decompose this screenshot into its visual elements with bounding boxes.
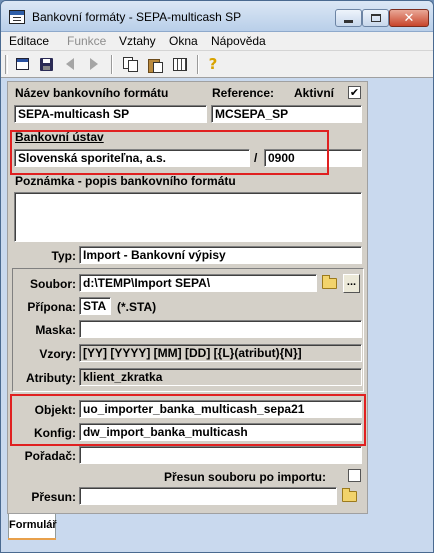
vzory-label: Vzory:: [39, 347, 76, 361]
poradac-label: Pořadač:: [24, 449, 76, 463]
menu-napoveda[interactable]: Nápověda: [211, 34, 266, 48]
ellipsis-button[interactable]: ...: [343, 274, 360, 293]
reference-field[interactable]: MCSEPA_SP: [211, 105, 362, 123]
nazev-field[interactable]: SEPA-multicash SP: [14, 105, 207, 123]
maska-field[interactable]: [79, 320, 362, 338]
back-arrow-icon: [66, 58, 74, 70]
app-window-icon: [9, 10, 25, 24]
reference-label: Reference:: [212, 86, 275, 100]
aktivni-checkbox[interactable]: ✔: [348, 86, 361, 99]
forward-arrow-icon: [90, 58, 98, 70]
typ-field[interactable]: Import - Bankovní výpisy: [79, 246, 362, 264]
pripona-label: Přípona:: [27, 300, 76, 314]
menu-bar: Editace Funkce Vztahy Okna Nápověda: [1, 32, 433, 51]
window-button[interactable]: [13, 55, 31, 73]
menu-editace[interactable]: Editace: [9, 34, 49, 48]
presun-label: Přesun:: [31, 490, 76, 504]
folder-icon: [342, 488, 357, 502]
app-window: Bankovní formáty - SEPA-multicash SP ✕ E…: [0, 0, 434, 553]
menu-vztahy[interactable]: Vztahy: [119, 34, 156, 48]
forward-button[interactable]: [85, 55, 103, 73]
poradac-field[interactable]: [79, 446, 362, 464]
paste-button[interactable]: [146, 55, 164, 73]
maximize-button[interactable]: [362, 9, 389, 27]
menu-okna[interactable]: Okna: [169, 34, 198, 48]
nazev-label: Název bankovního formátu: [15, 86, 169, 100]
highlight-box-banka: [10, 130, 329, 175]
vzory-field: [YY] [YYYY] [MM] [DD] [{L}(atribut){N}]: [79, 344, 362, 362]
copy-button[interactable]: [121, 55, 139, 73]
toolbar: ?: [1, 51, 433, 78]
presun-browse-button[interactable]: [340, 487, 359, 506]
close-icon: ✕: [403, 10, 415, 26]
atributy-label: Atributy:: [26, 371, 76, 385]
back-button[interactable]: [61, 55, 79, 73]
maska-label: Maska:: [35, 323, 76, 337]
title-bar[interactable]: Bankovní formáty - SEPA-multicash SP ✕: [1, 1, 433, 32]
soubor-field[interactable]: d:\TEMP\Import SEPA\: [79, 274, 317, 292]
pripona-hint: (*.STA): [117, 300, 157, 314]
highlight-box-objekt: [10, 394, 366, 446]
toolbar-grip[interactable]: [5, 55, 8, 74]
poznamka-field[interactable]: [14, 192, 362, 242]
presun-field[interactable]: [79, 487, 337, 505]
folder-icon: [322, 275, 337, 289]
columns-icon: [173, 57, 187, 71]
presun-po-importu-label: Přesun souboru po importu:: [164, 470, 326, 484]
copy-icon: [123, 57, 138, 72]
pripona-field[interactable]: STA: [79, 297, 111, 315]
form-panel: Název bankovního formátu Reference: Akti…: [7, 81, 368, 514]
help-button[interactable]: ?: [204, 55, 222, 73]
tab-bar: Formulář: [7, 514, 431, 546]
maximize-icon: [370, 14, 381, 22]
window-title: Bankovní formáty - SEPA-multicash SP: [32, 10, 242, 24]
minimize-button[interactable]: [335, 9, 362, 27]
tab-formular[interactable]: Formulář: [8, 514, 57, 540]
close-button[interactable]: ✕: [389, 9, 429, 27]
toolbar-separator: [111, 55, 113, 74]
help-icon: ?: [208, 54, 218, 73]
browse-folder-button[interactable]: [320, 274, 339, 293]
save-button[interactable]: [37, 55, 55, 73]
typ-label: Typ:: [51, 249, 76, 263]
window-icon: [15, 58, 29, 70]
form-body: Název bankovního formátu Reference: Akti…: [9, 83, 366, 513]
save-icon: [39, 57, 53, 71]
soubor-label: Soubor:: [30, 277, 76, 291]
poznamka-label: Poznámka - popis bankovního formátu: [15, 174, 236, 188]
minimize-icon: [344, 19, 353, 23]
paste-icon: [148, 57, 163, 73]
toolbar-separator: [197, 55, 199, 74]
menu-funkce[interactable]: Funkce: [67, 34, 106, 48]
presun-po-importu-checkbox[interactable]: [348, 469, 361, 482]
atributy-field: klient_zkratka: [79, 368, 362, 386]
columns-button[interactable]: [171, 55, 189, 73]
aktivni-label: Aktivní: [294, 86, 335, 100]
